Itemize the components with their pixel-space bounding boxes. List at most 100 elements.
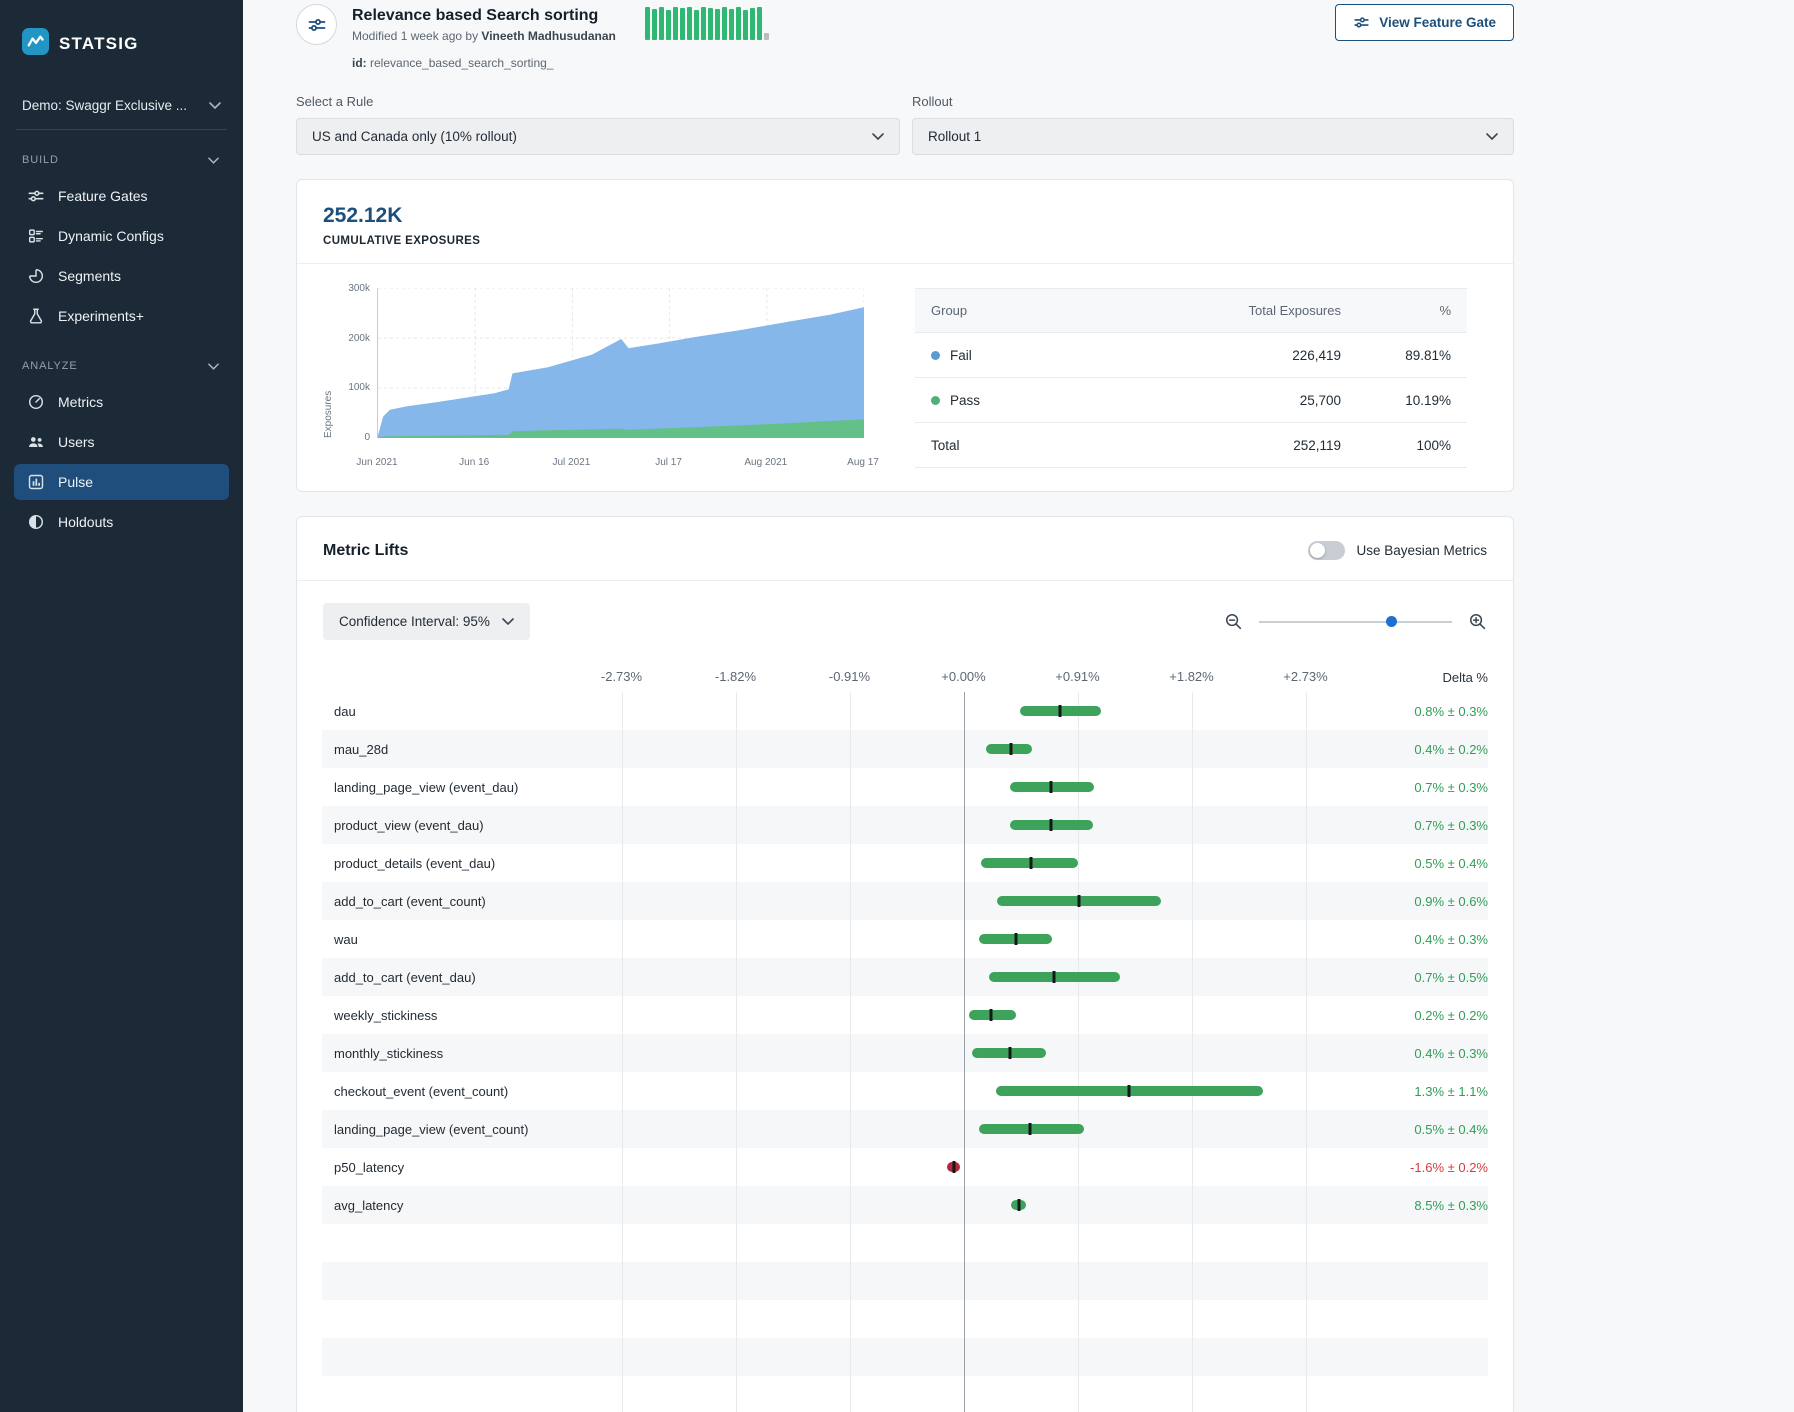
- gridline: [622, 1376, 623, 1412]
- point-estimate-marker: [1030, 857, 1033, 869]
- gridline: [850, 1072, 851, 1110]
- point-estimate-marker: [1050, 781, 1053, 793]
- metric-plot-cell: [622, 1148, 1305, 1186]
- metric-row[interactable]: dau0.8% ± 0.3%: [322, 692, 1488, 730]
- gridline: [1192, 1300, 1193, 1338]
- statsig-logo[interactable]: STATSIG: [0, 18, 243, 86]
- feature-gate-icon: [296, 4, 337, 45]
- zero-gridline: [964, 1376, 965, 1412]
- gridline: [850, 1034, 851, 1072]
- sidebar-section-build[interactable]: BUILD: [0, 130, 243, 176]
- gridline: [850, 882, 851, 920]
- sidebar-item-dynamic-configs[interactable]: Dynamic Configs: [14, 218, 229, 254]
- zoom-out-icon[interactable]: [1224, 612, 1243, 631]
- rule-select[interactable]: US and Canada only (10% rollout): [296, 118, 900, 155]
- pct-value: 89.81%: [1341, 348, 1451, 363]
- sidebar-item-experiments[interactable]: Experiments+: [14, 298, 229, 334]
- rollout-select-label: Rollout: [912, 94, 1514, 109]
- zero-gridline: [964, 1338, 965, 1376]
- gridline: [622, 768, 623, 806]
- gridline: [736, 920, 737, 958]
- pct-value: 10.19%: [1341, 393, 1451, 408]
- sidebar-item-segments[interactable]: Segments: [14, 258, 229, 294]
- spark-bar: [645, 7, 650, 40]
- gridline: [1306, 1148, 1307, 1186]
- gridline: [736, 806, 737, 844]
- zoom-slider-handle[interactable]: [1386, 616, 1397, 627]
- metric-row[interactable]: mau_28d0.4% ± 0.2%: [322, 730, 1488, 768]
- metric-plot-cell: [622, 1338, 1305, 1376]
- gridline: [736, 1186, 737, 1224]
- sidebar-item-metrics[interactable]: Metrics: [14, 384, 229, 420]
- zero-gridline: [964, 692, 965, 730]
- point-estimate-marker: [952, 1161, 955, 1173]
- point-estimate-marker: [1077, 895, 1080, 907]
- zoom-in-icon[interactable]: [1468, 612, 1487, 631]
- exposures-table-header: Group Total Exposures %: [915, 288, 1467, 333]
- metric-name: avg_latency: [322, 1186, 622, 1224]
- confidence-interval-select[interactable]: Confidence Interval: 95%: [323, 603, 530, 640]
- metric-lifts-title: Metric Lifts: [323, 542, 408, 560]
- metric-row[interactable]: checkout_event (event_count)1.3% ± 1.1%: [322, 1072, 1488, 1110]
- metric-row[interactable]: p50_latency-1.6% ± 0.2%: [322, 1148, 1488, 1186]
- metric-row[interactable]: add_to_cart (event_count)0.9% ± 0.6%: [322, 882, 1488, 920]
- gridline: [850, 1148, 851, 1186]
- metric-name: weekly_stickiness: [322, 996, 622, 1034]
- sidebar-section-analyze[interactable]: ANALYZE: [0, 336, 243, 382]
- sidebar-item-feature-gates[interactable]: Feature Gates: [14, 178, 229, 214]
- metric-row[interactable]: avg_latency8.5% ± 0.3%: [322, 1186, 1488, 1224]
- gridline: [622, 920, 623, 958]
- view-feature-gate-button[interactable]: View Feature Gate: [1335, 4, 1514, 41]
- gridline: [622, 1034, 623, 1072]
- id-label: id:: [352, 56, 367, 70]
- chevron-down-icon: [208, 157, 219, 164]
- spark-bar: [764, 33, 769, 40]
- point-estimate-marker: [1008, 1047, 1011, 1059]
- point-estimate-marker: [1127, 1085, 1130, 1097]
- gridline: [622, 958, 623, 996]
- gridline: [622, 730, 623, 768]
- gridline: [622, 1148, 623, 1186]
- x-tick: Aug 2021: [744, 457, 787, 468]
- x-tick: Jul 2021: [552, 457, 590, 468]
- table-row-pass: Pass 25,700 10.19%: [915, 378, 1467, 423]
- metric-row[interactable]: landing_page_view (event_dau)0.7% ± 0.3%: [322, 768, 1488, 806]
- gridline: [1306, 844, 1307, 882]
- project-selector[interactable]: Demo: Swaggr Exclusive ...: [16, 86, 227, 130]
- y-tick: 300k: [348, 283, 370, 294]
- confidence-interval-label: Confidence Interval: 95%: [339, 614, 490, 629]
- sidebar-item-holdouts[interactable]: Holdouts: [14, 504, 229, 540]
- rollout-select[interactable]: Rollout 1: [912, 118, 1514, 155]
- zero-gridline: [964, 1148, 965, 1186]
- modified-by: Vineeth Madhusudanan: [481, 29, 615, 43]
- point-estimate-marker: [1059, 705, 1062, 717]
- metric-name: product_view (event_dau): [322, 806, 622, 844]
- metric-row[interactable]: product_details (event_dau)0.5% ± 0.4%: [322, 844, 1488, 882]
- zero-gridline: [964, 996, 965, 1034]
- bayesian-toggle[interactable]: [1308, 541, 1345, 560]
- exposures-value: 25,700: [1131, 393, 1341, 408]
- gridline: [1306, 996, 1307, 1034]
- metric-name: checkout_event (event_count): [322, 1072, 622, 1110]
- metric-row[interactable]: weekly_stickiness0.2% ± 0.2%: [322, 996, 1488, 1034]
- x-tick: Jun 2021: [356, 457, 397, 468]
- logo-text: STATSIG: [59, 34, 139, 54]
- pct-value: 100%: [1341, 438, 1451, 453]
- zero-gridline: [964, 882, 965, 920]
- zero-gridline: [964, 1262, 965, 1300]
- sidebar-item-users[interactable]: Users: [14, 424, 229, 460]
- sidebar-item-pulse[interactable]: Pulse: [14, 464, 229, 500]
- metric-row[interactable]: landing_page_view (event_count)0.5% ± 0.…: [322, 1110, 1488, 1148]
- x-tick: Jun 16: [459, 457, 489, 468]
- gridline: [736, 1300, 737, 1338]
- y-tick: 0: [364, 432, 370, 443]
- metric-name: [322, 1338, 622, 1376]
- metric-row[interactable]: wau0.4% ± 0.3%: [322, 920, 1488, 958]
- gridline: [736, 1262, 737, 1300]
- zoom-slider[interactable]: [1259, 621, 1452, 623]
- metric-row[interactable]: monthly_stickiness0.4% ± 0.3%: [322, 1034, 1488, 1072]
- metric-plot-cell: [622, 882, 1305, 920]
- holdouts-icon: [27, 513, 45, 531]
- metric-row[interactable]: product_view (event_dau)0.7% ± 0.3%: [322, 806, 1488, 844]
- metric-row[interactable]: add_to_cart (event_dau)0.7% ± 0.5%: [322, 958, 1488, 996]
